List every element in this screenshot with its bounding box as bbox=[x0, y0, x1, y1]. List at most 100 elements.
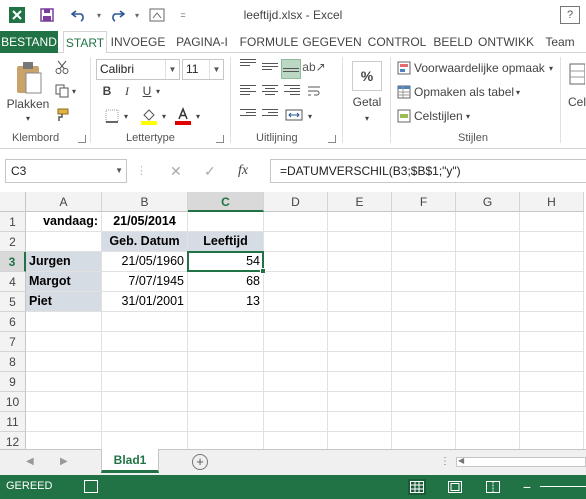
tab-split-grip-icon[interactable]: ⋮ bbox=[440, 456, 450, 467]
cell-f10[interactable] bbox=[392, 392, 456, 412]
format-table-dropdown-icon[interactable]: ▾ bbox=[514, 86, 522, 98]
align-top-icon[interactable] bbox=[240, 59, 256, 73]
cell-c1[interactable] bbox=[188, 212, 264, 232]
tab-start[interactable]: START bbox=[63, 31, 107, 54]
paste-button[interactable]: Plakken bbox=[4, 97, 52, 111]
cell-f6[interactable] bbox=[392, 312, 456, 332]
zoom-slider[interactable] bbox=[540, 486, 586, 487]
cell-a7[interactable] bbox=[26, 332, 102, 352]
align-right-icon[interactable] bbox=[284, 85, 300, 99]
conditional-format-button[interactable]: Voorwaardelijke opmaak bbox=[414, 60, 545, 76]
cell-b3[interactable]: 21/05/1960 bbox=[102, 252, 188, 272]
worksheet-grid[interactable]: ABCDEFGH 1 2 3 4 5 6 7 8 9 10 11 12 vandaag: 21/05/2… bbox=[0, 192, 586, 449]
align-left-icon[interactable] bbox=[240, 85, 256, 99]
formula-input[interactable]: =DATUMVERSCHIL(B3;$B$1;"y") bbox=[270, 159, 586, 183]
cell-g9[interactable] bbox=[456, 372, 520, 392]
cell-f5[interactable] bbox=[392, 292, 456, 312]
cell-a5[interactable]: Piet bbox=[26, 292, 102, 312]
column-header-b[interactable]: B bbox=[102, 192, 188, 212]
cell-d5[interactable] bbox=[264, 292, 328, 312]
cell-c7[interactable] bbox=[188, 332, 264, 352]
cell-a12[interactable] bbox=[26, 432, 102, 449]
column-header-d[interactable]: D bbox=[264, 192, 328, 212]
row-header-8[interactable]: 8 bbox=[0, 352, 26, 372]
cells-group-label[interactable]: Cel bbox=[568, 95, 586, 109]
row-header-10[interactable]: 10 bbox=[0, 392, 26, 412]
cell-a8[interactable] bbox=[26, 352, 102, 372]
underline-button[interactable]: U bbox=[140, 83, 154, 99]
cell-b11[interactable] bbox=[102, 412, 188, 432]
cut-icon[interactable] bbox=[54, 59, 70, 75]
cell-d6[interactable] bbox=[264, 312, 328, 332]
alignment-launcher-icon[interactable] bbox=[328, 135, 336, 143]
tab-developer[interactable]: ONTWIKK bbox=[476, 31, 536, 53]
cell-a9[interactable] bbox=[26, 372, 102, 392]
row-header-4[interactable]: 4 bbox=[0, 272, 26, 292]
cell-a11[interactable] bbox=[26, 412, 102, 432]
cell-e6[interactable] bbox=[328, 312, 392, 332]
chevron-down-icon[interactable]: ▼ bbox=[115, 160, 123, 182]
cell-d12[interactable] bbox=[264, 432, 328, 449]
decrease-indent-icon[interactable] bbox=[240, 109, 256, 123]
tab-data[interactable]: GEGEVEN bbox=[302, 31, 362, 53]
row-header-11[interactable]: 11 bbox=[0, 412, 26, 432]
italic-button[interactable]: I bbox=[120, 83, 134, 99]
merge-dropdown-icon[interactable]: ▾ bbox=[306, 110, 314, 122]
conditional-format-icon[interactable] bbox=[396, 60, 412, 76]
cell-c6[interactable] bbox=[188, 312, 264, 332]
cell-c2[interactable]: Leeftijd bbox=[188, 232, 264, 252]
enter-icon[interactable]: ✓ bbox=[204, 159, 216, 183]
cell-b1[interactable]: 21/05/2014 bbox=[102, 212, 188, 232]
cell-a3[interactable]: Jurgen bbox=[26, 252, 102, 272]
column-header-a[interactable]: A bbox=[26, 192, 102, 212]
font-size-combo[interactable]: 11 ▼ bbox=[182, 59, 224, 80]
cell-a10[interactable] bbox=[26, 392, 102, 412]
cell-h3[interactable] bbox=[520, 252, 584, 272]
column-header-h[interactable]: H bbox=[520, 192, 584, 212]
cell-h2[interactable] bbox=[520, 232, 584, 252]
cell-d8[interactable] bbox=[264, 352, 328, 372]
cell-styles-icon[interactable] bbox=[396, 108, 412, 124]
copy-dropdown-icon[interactable]: ▾ bbox=[70, 85, 78, 97]
orientation-icon[interactable]: ab↗ bbox=[302, 59, 325, 75]
cell-d2[interactable] bbox=[264, 232, 328, 252]
cell-f8[interactable] bbox=[392, 352, 456, 372]
cell-h8[interactable] bbox=[520, 352, 584, 372]
cell-c12[interactable] bbox=[188, 432, 264, 449]
name-box[interactable]: C3 ▼ bbox=[5, 159, 127, 183]
font-name-combo[interactable]: Calibri ▼ bbox=[96, 59, 180, 80]
cell-c9[interactable] bbox=[188, 372, 264, 392]
cell-f2[interactable] bbox=[392, 232, 456, 252]
tab-page-layout[interactable]: PAGINA-I bbox=[172, 31, 232, 53]
tab-insert[interactable]: INVOEGE bbox=[110, 31, 166, 53]
cell-f3[interactable] bbox=[392, 252, 456, 272]
macro-record-icon[interactable] bbox=[84, 480, 98, 493]
cell-g5[interactable] bbox=[456, 292, 520, 312]
cell-b8[interactable] bbox=[102, 352, 188, 372]
cell-b7[interactable] bbox=[102, 332, 188, 352]
cell-e8[interactable] bbox=[328, 352, 392, 372]
number-group-label[interactable]: Getal bbox=[348, 95, 386, 109]
paste-dropdown-icon[interactable]: ▾ bbox=[20, 112, 36, 124]
cell-b4[interactable]: 7/07/1945 bbox=[102, 272, 188, 292]
normal-view-icon[interactable] bbox=[408, 479, 426, 495]
cell-g3[interactable] bbox=[456, 252, 520, 272]
cell-a4[interactable]: Margot bbox=[26, 272, 102, 292]
cell-g8[interactable] bbox=[456, 352, 520, 372]
cell-e5[interactable] bbox=[328, 292, 392, 312]
font-launcher-icon[interactable] bbox=[216, 135, 224, 143]
cell-styles-dropdown-icon[interactable]: ▾ bbox=[464, 110, 472, 122]
cell-h7[interactable] bbox=[520, 332, 584, 352]
cell-g6[interactable] bbox=[456, 312, 520, 332]
cells-icon[interactable] bbox=[568, 61, 586, 87]
wrap-text-icon[interactable] bbox=[306, 83, 322, 99]
merge-center-icon[interactable] bbox=[284, 107, 304, 123]
font-color-icon[interactable] bbox=[174, 107, 192, 125]
paste-icon[interactable] bbox=[12, 59, 46, 97]
cancel-icon[interactable]: ✕ bbox=[170, 159, 182, 183]
cell-c4[interactable]: 68 bbox=[188, 272, 264, 292]
cell-g11[interactable] bbox=[456, 412, 520, 432]
scroll-tabs-right-icon[interactable]: ▶ bbox=[60, 456, 68, 467]
cell-f9[interactable] bbox=[392, 372, 456, 392]
cell-g1[interactable] bbox=[456, 212, 520, 232]
